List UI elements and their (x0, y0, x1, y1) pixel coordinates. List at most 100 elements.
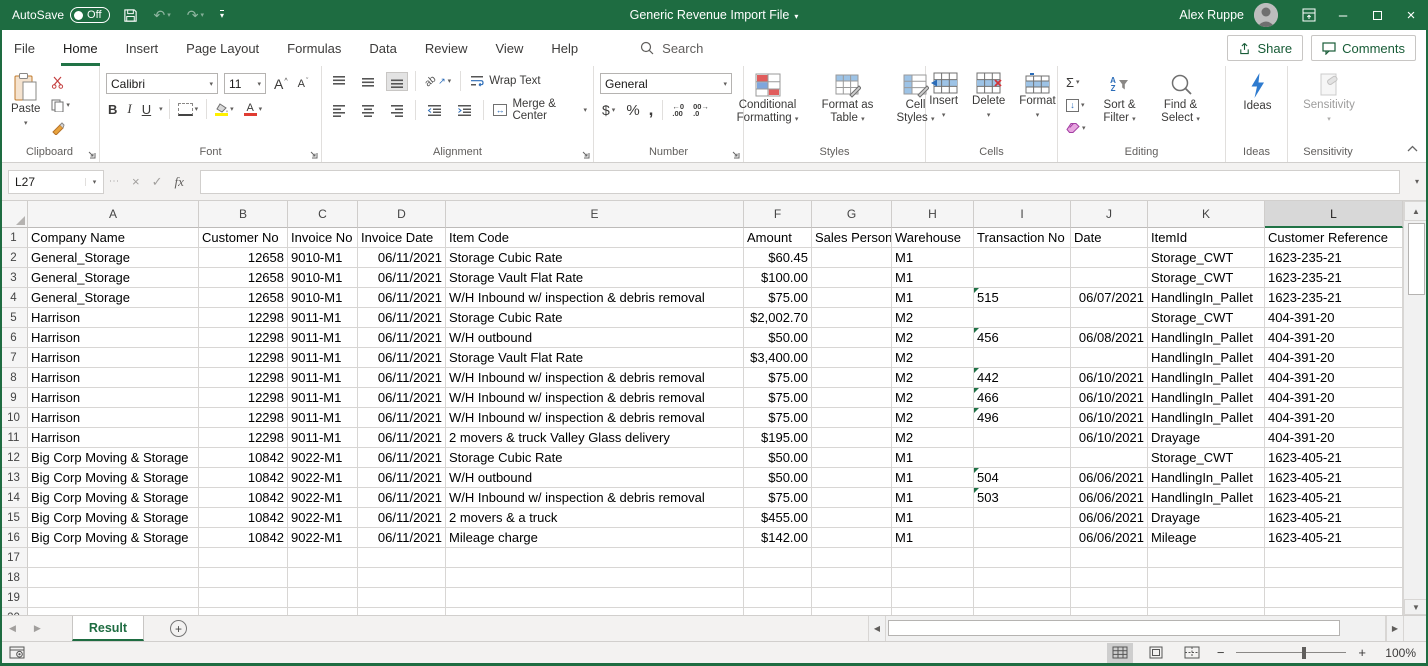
cell-F1[interactable]: Amount (744, 228, 812, 248)
find-select-button[interactable]: Find & Select ▾ (1152, 70, 1210, 128)
cell-D18[interactable] (358, 568, 446, 588)
cell-J1[interactable]: Date (1071, 228, 1148, 248)
cell-K1[interactable]: ItemId (1148, 228, 1265, 248)
cancel-entry-button[interactable]: × (132, 174, 140, 189)
cell-E20[interactable] (446, 608, 744, 615)
cell-K8[interactable]: HandlingIn_Pallet (1148, 368, 1265, 388)
cell-C6[interactable]: 9011-M1 (288, 328, 358, 348)
cell-C9[interactable]: 9011-M1 (288, 388, 358, 408)
cell-G7[interactable] (812, 348, 892, 368)
cell-K13[interactable]: HandlingIn_Pallet (1148, 468, 1265, 488)
cell-K6[interactable]: HandlingIn_Pallet (1148, 328, 1265, 348)
cell-K3[interactable]: Storage_CWT (1148, 268, 1265, 288)
cell-E19[interactable] (446, 588, 744, 608)
cell-B17[interactable] (199, 548, 288, 568)
cell-I19[interactable] (974, 588, 1071, 608)
cell-D19[interactable] (358, 588, 446, 608)
tab-home[interactable]: Home (49, 30, 112, 66)
cell-C15[interactable]: 9022-M1 (288, 508, 358, 528)
cell-I16[interactable] (974, 528, 1071, 548)
cell-F15[interactable]: $455.00 (744, 508, 812, 528)
cell-H11[interactable]: M2 (892, 428, 974, 448)
zoom-level[interactable]: 100% (1378, 646, 1416, 660)
cell-B12[interactable]: 10842 (199, 448, 288, 468)
cell-J7[interactable] (1071, 348, 1148, 368)
row-header-6[interactable]: 6 (0, 328, 28, 348)
cell-C19[interactable] (288, 588, 358, 608)
cell-F4[interactable]: $75.00 (744, 288, 812, 308)
cut-button[interactable] (49, 72, 72, 92)
zoom-slider[interactable] (1236, 646, 1346, 660)
cell-D14[interactable]: 06/11/2021 (358, 488, 446, 508)
cell-H19[interactable] (892, 588, 974, 608)
ideas-button[interactable]: Ideas (1238, 70, 1276, 115)
cell-F13[interactable]: $50.00 (744, 468, 812, 488)
tab-help[interactable]: Help (537, 30, 592, 66)
vertical-scrollbar[interactable]: ▲ ▼ (1403, 201, 1428, 615)
cell-D9[interactable]: 06/11/2021 (358, 388, 446, 408)
cell-C5[interactable]: 9011-M1 (288, 308, 358, 328)
cell-D1[interactable]: Invoice Date (358, 228, 446, 248)
cell-E4[interactable]: W/H Inbound w/ inspection & debris remov… (446, 288, 744, 308)
vertical-scroll-thumb[interactable] (1408, 223, 1425, 295)
cell-E1[interactable]: Item Code (446, 228, 744, 248)
cell-D13[interactable]: 06/11/2021 (358, 468, 446, 488)
cell-J19[interactable] (1071, 588, 1148, 608)
cell-H13[interactable]: M1 (892, 468, 974, 488)
cell-B11[interactable]: 12298 (199, 428, 288, 448)
cell-F3[interactable]: $100.00 (744, 268, 812, 288)
cell-G4[interactable] (812, 288, 892, 308)
row-header-1[interactable]: 1 (0, 228, 28, 248)
number-dialog-launcher[interactable] (729, 148, 741, 160)
redo-button[interactable]: ↷▾ (184, 7, 207, 24)
cell-F18[interactable] (744, 568, 812, 588)
cell-K14[interactable]: HandlingIn_Pallet (1148, 488, 1265, 508)
column-header-C[interactable]: C (288, 201, 358, 228)
cell-C16[interactable]: 9022-M1 (288, 528, 358, 548)
cell-B2[interactable]: 12658 (199, 248, 288, 268)
cell-D8[interactable]: 06/11/2021 (358, 368, 446, 388)
alignment-dialog-launcher[interactable] (579, 148, 591, 160)
customize-qat-button[interactable]: ▾ (217, 10, 227, 20)
row-header-8[interactable]: 8 (0, 368, 28, 388)
horizontal-scroll-track[interactable] (885, 616, 1386, 641)
cell-G20[interactable] (812, 608, 892, 615)
cell-C7[interactable]: 9011-M1 (288, 348, 358, 368)
cell-G16[interactable] (812, 528, 892, 548)
minimize-button[interactable]: – (1326, 0, 1360, 30)
cell-H5[interactable]: M2 (892, 308, 974, 328)
cell-C2[interactable]: 9010-M1 (288, 248, 358, 268)
cell-E2[interactable]: Storage Cubic Rate (446, 248, 744, 268)
fill-button[interactable]: ↓▾ (1064, 95, 1088, 115)
cell-B15[interactable]: 10842 (199, 508, 288, 528)
align-top-button[interactable] (328, 72, 350, 91)
cell-L13[interactable]: 1623-405-21 (1265, 468, 1403, 488)
row-header-4[interactable]: 4 (0, 288, 28, 308)
cell-B14[interactable]: 10842 (199, 488, 288, 508)
cell-A20[interactable] (28, 608, 199, 615)
enter-entry-button[interactable]: ✓ (152, 174, 163, 190)
cell-L12[interactable]: 1623-405-21 (1265, 448, 1403, 468)
cell-J10[interactable]: 06/10/2021 (1071, 408, 1148, 428)
increase-indent-button[interactable] (453, 101, 476, 119)
cell-H20[interactable] (892, 608, 974, 615)
number-format-combobox[interactable]: General▾ (600, 73, 732, 94)
cell-F17[interactable] (744, 548, 812, 568)
cell-K17[interactable] (1148, 548, 1265, 568)
zoom-in-button[interactable]: + (1356, 645, 1368, 660)
cell-D11[interactable]: 06/11/2021 (358, 428, 446, 448)
avatar[interactable] (1254, 3, 1278, 27)
cell-A3[interactable]: General_Storage (28, 268, 199, 288)
cell-H6[interactable]: M2 (892, 328, 974, 348)
zoom-slider-thumb[interactable] (1302, 647, 1306, 659)
clear-button[interactable]: ▾ (1064, 118, 1088, 138)
cell-L7[interactable]: 404-391-20 (1265, 348, 1403, 368)
cell-I12[interactable] (974, 448, 1071, 468)
borders-button[interactable]: ▾ (176, 99, 201, 119)
column-header-A[interactable]: A (28, 201, 199, 228)
cell-F6[interactable]: $50.00 (744, 328, 812, 348)
cell-K2[interactable]: Storage_CWT (1148, 248, 1265, 268)
comma-style-button[interactable]: , (649, 100, 654, 120)
cell-E6[interactable]: W/H outbound (446, 328, 744, 348)
cell-J17[interactable] (1071, 548, 1148, 568)
